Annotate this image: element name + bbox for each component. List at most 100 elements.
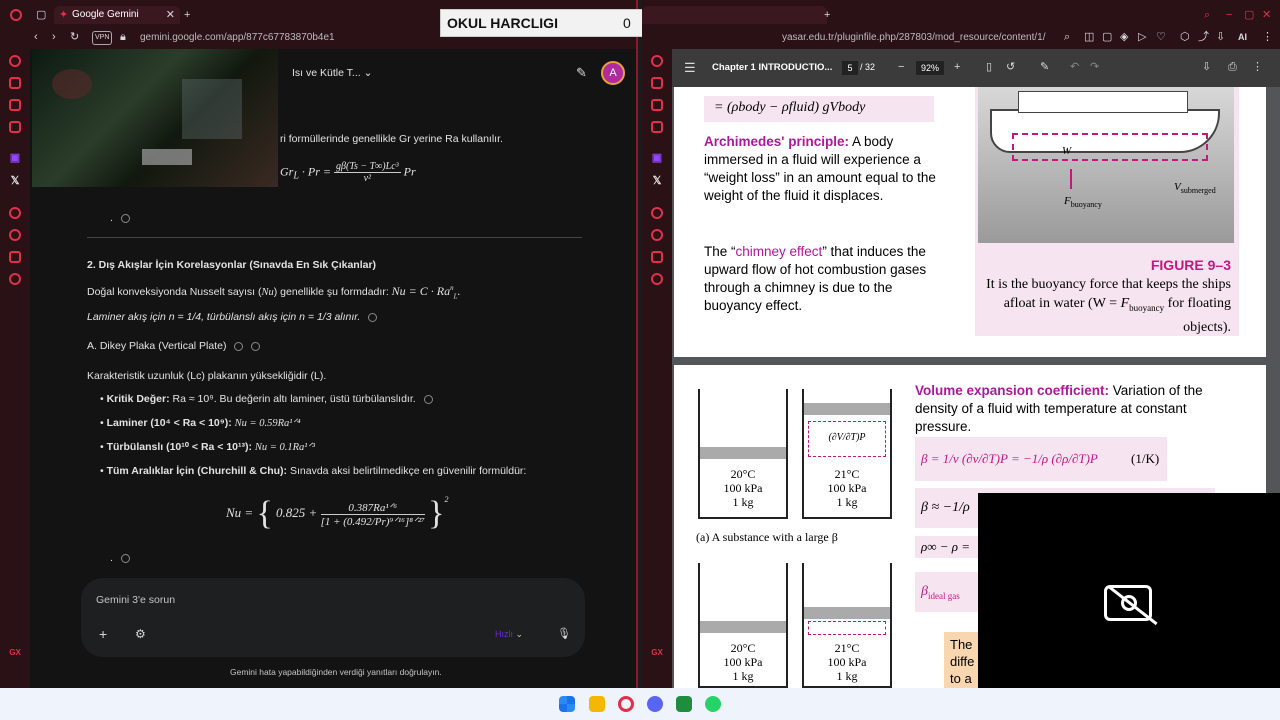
sidebar-settings-icon[interactable] — [651, 273, 663, 285]
sidebar-history-icon[interactable] — [9, 229, 21, 241]
more-icon[interactable]: ⋮ — [1262, 31, 1273, 43]
left-url[interactable]: gemini.google.com/app/877c67783870b4e1 — [140, 31, 335, 45]
sidebar-extensions-icon[interactable] — [9, 251, 21, 263]
page-number-input[interactable]: 5 — [842, 61, 858, 75]
heart-icon[interactable]: ♡ — [1156, 31, 1166, 43]
rotate-icon[interactable]: ↺ — [1006, 61, 1015, 73]
bookmark-icon[interactable]: ▢ — [1102, 31, 1112, 43]
windows-icon[interactable] — [559, 696, 575, 712]
download-icon[interactable]: ⇩ — [1202, 61, 1211, 73]
forward-icon[interactable]: › — [52, 31, 56, 43]
fit-page-icon[interactable]: ▯ — [986, 61, 992, 73]
search-icon[interactable]: ⌕ — [1204, 9, 1210, 21]
menu-icon[interactable]: ☰ — [684, 61, 696, 74]
whatsapp-icon[interactable] — [705, 696, 721, 712]
tab-title: Google Gemini — [72, 9, 139, 20]
sidebar-aria-icon[interactable] — [9, 55, 21, 67]
link-icon[interactable] — [423, 394, 433, 404]
left-browser-window: ▢ ✦ Google Gemini ✕ + ‹ › ↻ VPN 🔒︎ gemin… — [0, 0, 638, 688]
sidebar-instagram-icon[interactable] — [651, 121, 663, 133]
link-icon[interactable] — [120, 213, 130, 223]
link-icon[interactable] — [120, 553, 130, 563]
overlay-label: OKUL HARCLIGI — [447, 15, 558, 31]
list-item: • Türbülanslı (10¹⁰ < Ra < 10¹³): Nu = 0… — [100, 441, 316, 453]
sidebar-gx-icon[interactable]: GX — [651, 647, 663, 659]
sidebar-player-icon[interactable] — [651, 207, 663, 219]
new-tab-icon[interactable]: + — [184, 9, 190, 21]
list-item: • Kritik Değer: Ra ≈ 10⁹. Bu değerin alt… — [100, 392, 620, 416]
conversation-title[interactable]: Isı ve Kütle T... ⌄ — [292, 66, 372, 80]
redo-icon[interactable]: ↷ — [1090, 61, 1099, 73]
new-tab-icon[interactable]: + — [824, 9, 830, 21]
shield-icon[interactable]: ◈ — [1120, 31, 1128, 43]
sidebar-messenger-icon[interactable] — [651, 77, 663, 89]
play-icon[interactable]: ▷ — [1138, 31, 1146, 43]
zoom-out-icon[interactable]: − — [898, 61, 904, 73]
reload-icon[interactable]: ↻ — [70, 31, 79, 43]
pdf-title: Chapter 1 INTRODUCTIO... — [712, 62, 833, 73]
app-icon[interactable] — [676, 696, 692, 712]
x-icon[interactable]: 𝕏 — [9, 175, 21, 187]
opera-taskbar-icon[interactable] — [618, 696, 634, 712]
prompt-box[interactable]: Gemini 3'e sorun + ⚙︎ Hızlı ⌄ 🎙︎ — [81, 578, 585, 657]
zoom-level[interactable]: 92% — [916, 61, 944, 75]
sidebar-player-icon[interactable] — [9, 207, 21, 219]
prompt-input[interactable]: Gemini 3'e sorun — [96, 593, 175, 607]
x-icon[interactable]: 𝕏 — [651, 175, 663, 187]
share-icon[interactable]: ⤴ — [1198, 31, 1209, 43]
sidebar-chat-icon[interactable] — [651, 99, 663, 111]
link-icon[interactable] — [368, 312, 378, 322]
minimize-icon[interactable]: − — [1226, 9, 1232, 21]
add-icon[interactable]: + — [99, 627, 107, 641]
sidebar-instagram-icon[interactable] — [9, 121, 21, 133]
tools-icon[interactable]: ⚙︎ — [135, 628, 146, 640]
tab-close-icon[interactable]: ✕ — [166, 9, 175, 21]
tab-google-gemini[interactable]: ✦ Google Gemini ✕ — [54, 6, 180, 24]
cylinder-4: 21°C 100 kPa 1 kg — [802, 563, 892, 688]
overlay-value-1: 0 — [623, 15, 631, 31]
vpn-badge[interactable]: VPN — [92, 31, 113, 45]
zoom-in-icon[interactable]: + — [954, 61, 960, 73]
link-icon[interactable] — [234, 341, 244, 351]
taskbar — [0, 688, 1280, 720]
ai-button[interactable]: AI — [1238, 31, 1247, 43]
annotate-icon[interactable]: ✎ — [1040, 61, 1049, 73]
model-selector[interactable]: Hızlı ⌄ — [495, 627, 523, 641]
microphone-icon[interactable]: 🎙︎ — [557, 628, 571, 640]
close-icon[interactable]: ✕ — [1262, 9, 1271, 21]
chevron-down-icon: ⌄ — [363, 67, 373, 79]
discord-icon[interactable] — [647, 696, 663, 712]
avatar[interactable]: A — [601, 61, 625, 85]
right-address-bar: yasar.edu.tr/pluginfile.php/287803/mod_r… — [642, 29, 1280, 49]
extensions-icon[interactable]: ⬡ — [1180, 31, 1190, 43]
sidebar-gx-icon[interactable]: GX — [9, 647, 21, 659]
maximize-icon[interactable]: ▢ — [1244, 9, 1254, 21]
undo-icon[interactable]: ↶ — [1070, 61, 1079, 73]
twitch-icon[interactable]: ▣ — [651, 152, 663, 164]
camera-icon[interactable]: ◫ — [1084, 31, 1094, 43]
sidebar-history-icon[interactable] — [651, 229, 663, 241]
opera-icon[interactable] — [10, 9, 22, 21]
more-icon[interactable]: ⋮ — [1252, 61, 1263, 73]
zoom-icon[interactable]: ⌕ — [1064, 31, 1070, 43]
twitch-icon[interactable]: ▣ — [9, 152, 21, 164]
sidebar-settings-icon[interactable] — [9, 273, 21, 285]
webcam-overlay — [978, 493, 1280, 720]
back-icon[interactable]: ‹ — [34, 31, 38, 43]
sidebar-chat-icon[interactable] — [9, 99, 21, 111]
folder-icon[interactable] — [589, 696, 605, 712]
section-a-heading: A. Dikey Plaka (Vertical Plate) — [87, 339, 261, 353]
sidebar-extensions-icon[interactable] — [651, 251, 663, 263]
link-icon[interactable] — [251, 341, 261, 351]
rho-difference: ρ∞ − ρ = — [915, 536, 979, 558]
tab-active-right[interactable] — [642, 6, 827, 24]
video-thumbnail[interactable] — [32, 49, 278, 187]
download-icon[interactable]: ⇩ — [1216, 31, 1225, 43]
right-url[interactable]: yasar.edu.tr/pluginfile.php/287803/mod_r… — [782, 31, 1058, 45]
print-icon[interactable]: ⎙ — [1228, 61, 1237, 73]
sidebar-aria-icon[interactable] — [651, 55, 663, 67]
workspace-icon[interactable]: ▢ — [36, 9, 46, 21]
edit-icon[interactable]: ✎ — [576, 66, 587, 79]
sidebar-messenger-icon[interactable] — [9, 77, 21, 89]
beta-ideal-gas: βideal gas — [915, 572, 979, 612]
